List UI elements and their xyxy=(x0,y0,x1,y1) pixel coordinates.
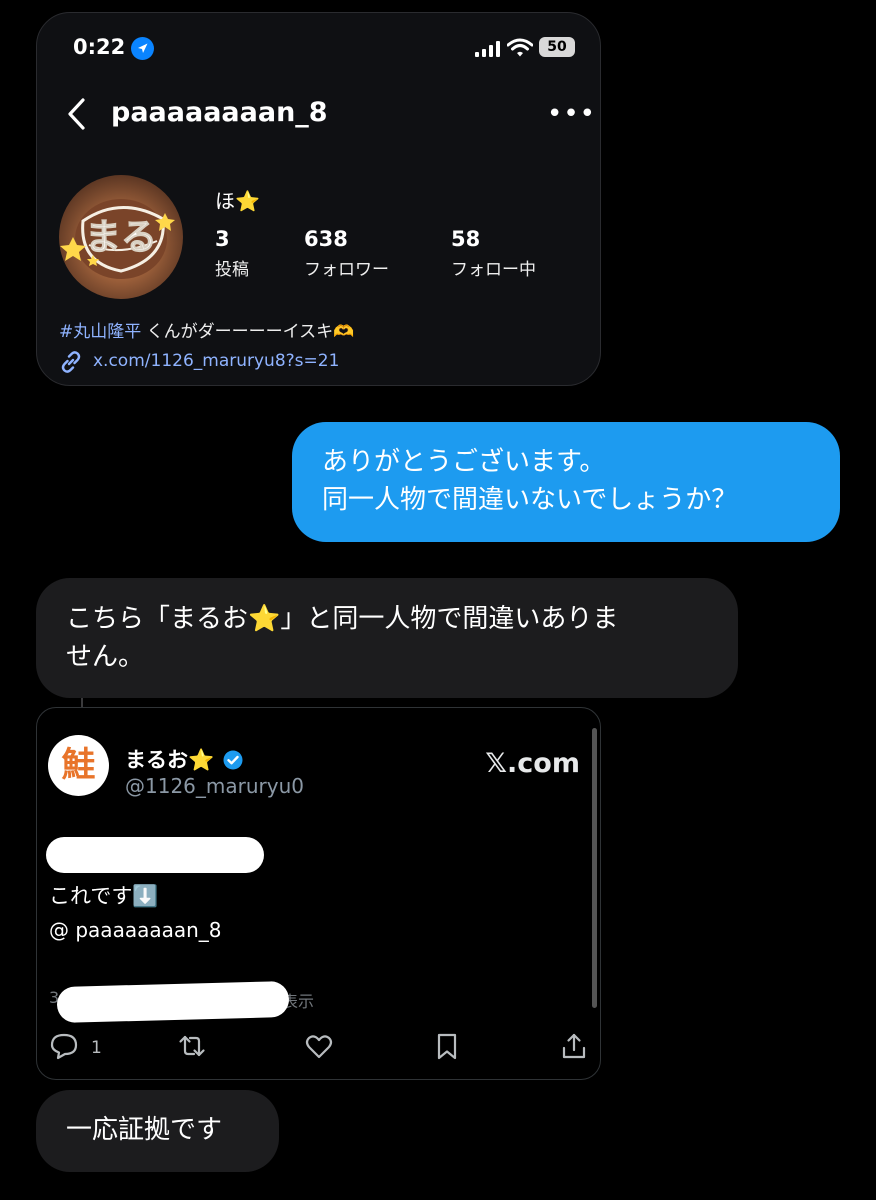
avatar-mayo-text: まる xyxy=(85,217,157,258)
following-label[interactable]: フォロー中 xyxy=(451,255,536,280)
message-line: こちら「まるお⭐」と同一人物で間違いありま xyxy=(66,604,619,634)
scrollbar[interactable] xyxy=(592,728,597,1008)
like-heart-icon[interactable] xyxy=(304,1031,334,1061)
followers-label[interactable]: フォロワー xyxy=(304,255,389,280)
bio-hashtag[interactable]: #丸山隆平 xyxy=(59,322,141,342)
share-icon[interactable] xyxy=(559,1031,589,1061)
redaction-mark xyxy=(56,980,290,1024)
profile-screenshot-image[interactable]: 0:22 50 paaaaaaaan_8 ••• まる ほ⭐ 3 投稿 638 … xyxy=(36,12,601,386)
post-text-line: これです⬇️ xyxy=(49,884,159,908)
battery-icon: 50 xyxy=(539,37,575,57)
bookmark-icon[interactable] xyxy=(432,1031,462,1061)
cellular-signal-icon xyxy=(475,41,501,57)
wifi-icon xyxy=(507,38,533,58)
profile-avatar[interactable]: まる xyxy=(59,175,183,299)
location-arrow-icon xyxy=(131,37,154,60)
shared-post-card[interactable]: 鮭 まるお⭐ @1126_maruryu0 𝕏.com これです⬇️ @ paa… xyxy=(36,707,601,1080)
reply-icon[interactable] xyxy=(49,1031,79,1061)
post-author-name[interactable]: まるお⭐ xyxy=(125,744,243,774)
posts-count: 3 xyxy=(215,227,230,251)
following-count[interactable]: 58 xyxy=(451,227,480,251)
verified-badge-icon xyxy=(223,750,243,770)
followers-count[interactable]: 638 xyxy=(304,227,348,251)
link-icon xyxy=(59,350,83,374)
post-author-avatar[interactable]: 鮭 xyxy=(48,735,109,796)
message-line: ありがとうございます。 xyxy=(322,447,606,477)
profile-link[interactable]: x.com/1126_maruryu8?s=21 xyxy=(93,351,339,371)
back-chevron-icon[interactable] xyxy=(65,97,91,131)
x-com-logo: 𝕏.com xyxy=(485,748,580,779)
redaction-mark xyxy=(46,837,264,873)
profile-bio: #丸山隆平 くんがダーーーーイスキ🫶 xyxy=(59,317,354,342)
post-mention[interactable]: @ paaaaaaaan_8 xyxy=(49,918,222,942)
status-time: 0:22 xyxy=(73,35,126,59)
profile-username: paaaaaaaan_8 xyxy=(111,97,328,128)
profile-display-name: ほ⭐ xyxy=(215,189,260,213)
incoming-message-bubble[interactable]: こちら「まるお⭐」と同一人物で間違いありま せん。 xyxy=(36,578,738,698)
repost-icon[interactable] xyxy=(177,1031,207,1061)
message-line: 同一人物で間違いないでしょうか？ xyxy=(322,485,738,515)
posts-label: 投稿 xyxy=(215,260,249,280)
message-line: せん。 xyxy=(66,642,145,672)
post-author-handle: @1126_maruryu0 xyxy=(125,774,304,798)
incoming-message-bubble[interactable]: 一応証拠です xyxy=(36,1090,279,1172)
reply-count: 1 xyxy=(91,1038,102,1058)
post-author-display-name: まるお⭐ xyxy=(125,748,215,772)
bio-text: くんがダーーーーイスキ🫶 xyxy=(141,322,355,342)
outgoing-message-bubble[interactable]: ありがとうございます。 同一人物で間違いないでしょうか？ xyxy=(292,422,840,542)
more-options-icon[interactable]: ••• xyxy=(547,99,596,129)
